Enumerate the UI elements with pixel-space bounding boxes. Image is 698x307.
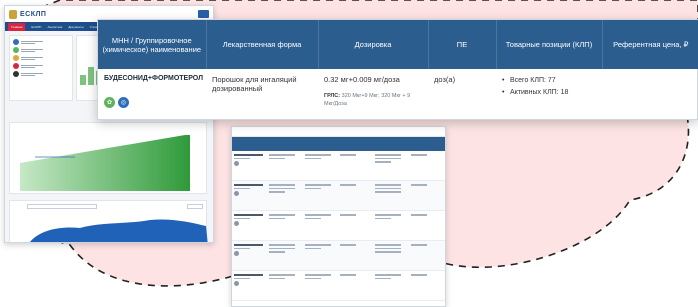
- column-header-inn[interactable]: МНН / Группировочное (химическое) наимен…: [98, 20, 207, 69]
- cell-reference-price: [602, 69, 698, 119]
- cell-dosage: 0.32 мг+0.009 мг/доза ГРЛС: 320 Мкг+9 Мк…: [318, 69, 428, 119]
- drug-list-screenshot: [231, 126, 446, 307]
- status-icon: [234, 221, 239, 226]
- stat-icon: [13, 55, 19, 61]
- stat-icon: [13, 71, 19, 77]
- total-positions: Всего КЛП: 77: [502, 75, 596, 87]
- russia-map: [30, 219, 208, 242]
- dosage-value: 0.32 мг+0.009 мг/доза: [324, 75, 400, 84]
- drug-list-header: [232, 127, 445, 137]
- dashboard-logo: ЕСКЛП: [20, 10, 47, 18]
- nav-item-home[interactable]: Главная: [8, 22, 26, 31]
- table-row[interactable]: [232, 271, 445, 301]
- status-icon: [234, 191, 239, 196]
- column-header-dosage[interactable]: Дозировка: [318, 20, 429, 69]
- stat-icon: [13, 39, 19, 45]
- nav-item-documents[interactable]: Документы: [68, 25, 83, 29]
- status-icon: [234, 281, 239, 286]
- trend-chart-title: [10, 123, 206, 127]
- globe-icon[interactable]: ◎: [118, 97, 129, 108]
- nav-item-analytics[interactable]: Аналитика: [47, 25, 62, 29]
- drug-list-controls: [440, 130, 441, 134]
- status-icon: [234, 161, 239, 166]
- column-header-dosage-form[interactable]: Лекарственная форма: [206, 20, 319, 69]
- table-row[interactable]: [232, 151, 445, 181]
- table-row[interactable]: БУДЕСОНИД+ФОРМОТЕРОЛ ✿ ◎ Порошок для инг…: [98, 69, 698, 119]
- map-filter-button[interactable]: [187, 204, 203, 209]
- leaf-icon[interactable]: ✿: [104, 97, 115, 108]
- column-header-unit[interactable]: ПЕ: [428, 20, 497, 69]
- cell-unit: доз(а): [434, 75, 456, 84]
- drug-list-title: [236, 130, 237, 134]
- table-row[interactable]: [232, 211, 445, 241]
- region-search-input[interactable]: [27, 204, 98, 209]
- column-header-positions[interactable]: Товарные позиции (КЛП): [496, 20, 603, 69]
- trend-chart: [20, 135, 190, 191]
- active-positions: Активных КЛП: 18: [502, 87, 596, 99]
- map-panel: [9, 200, 208, 242]
- cell-positions: Всего КЛП: 77 Активных КЛП: 18: [496, 69, 602, 119]
- stat-icon: [13, 47, 19, 53]
- nav-item-esklp[interactable]: ЕСКЛП: [31, 25, 41, 29]
- table-row[interactable]: [232, 241, 445, 271]
- emblem-icon: [9, 9, 17, 19]
- table-header-row: МНН / Группировочное (химическое) наимен…: [98, 20, 698, 69]
- drug-list-columns: [232, 137, 445, 151]
- trend-chart-panel: [9, 122, 207, 194]
- column-header-reference-price[interactable]: Референтная цена, ₽: [602, 20, 698, 69]
- table-row[interactable]: [232, 181, 445, 211]
- drug-name[interactable]: БУДЕСОНИД+ФОРМОТЕРОЛ: [104, 75, 203, 82]
- drug-icons: ✿ ◎: [104, 97, 200, 108]
- login-button[interactable]: [197, 10, 209, 18]
- cell-dosage-form: Порошок для ингаляций дозированный: [212, 75, 297, 93]
- grls-label: ГРЛС:: [324, 93, 341, 99]
- stats-card: [9, 35, 73, 101]
- cell-inn: БУДЕСОНИД+ФОРМОТЕРОЛ ✿ ◎: [98, 69, 206, 119]
- status-icon: [234, 251, 239, 256]
- map-title: [13, 205, 23, 209]
- grls-dosage: ГРЛС: 320 Мкг+9 Мкг; 320 Мкг + 9 Мкг/Доз…: [324, 92, 422, 108]
- stat-icon: [13, 63, 19, 69]
- drug-detail-table: МНН / Группировочное (химическое) наимен…: [97, 19, 698, 120]
